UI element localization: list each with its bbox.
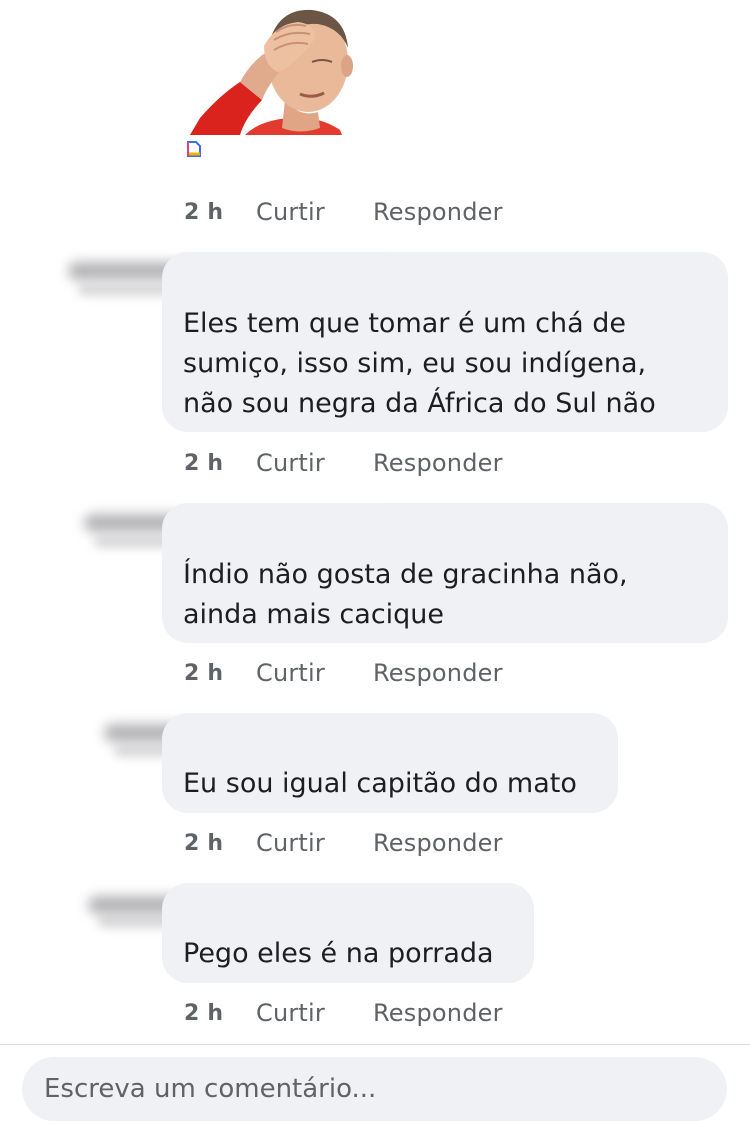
comment-text: Pego eles é na porrada <box>183 938 494 969</box>
comment-bubble[interactable]: Pego eles é na porrada <box>162 883 534 983</box>
reply-button[interactable]: Responder <box>373 449 503 477</box>
comment-time: 2 h <box>184 450 224 476</box>
divider <box>0 1044 750 1045</box>
comment-text: Eles tem que tomar é um chá de sumiço, i… <box>183 308 656 419</box>
like-button[interactable]: Curtir <box>256 659 373 687</box>
reply-button[interactable]: Responder <box>373 659 503 687</box>
comment-text: Eu sou igual capitão do mato <box>183 768 577 799</box>
comment-text: Índio não gosta de gracinha não, ainda m… <box>183 559 628 630</box>
reply-button[interactable]: Responder <box>373 198 503 226</box>
facepalm-sticker-icon <box>190 9 353 135</box>
comment-meta: 2 h Curtir Responder <box>184 448 503 478</box>
comment-bubble[interactable]: Índio não gosta de gracinha não, ainda m… <box>162 503 728 643</box>
reply-button[interactable]: Responder <box>373 829 503 857</box>
like-button[interactable]: Curtir <box>256 449 373 477</box>
sticker-image[interactable] <box>190 0 362 135</box>
comment-input[interactable] <box>44 1069 704 1109</box>
like-button[interactable]: Curtir <box>256 829 373 857</box>
file-icon <box>185 140 203 158</box>
comment-bubble[interactable]: Eu sou igual capitão do mato <box>162 713 618 813</box>
comment-meta: 2 h Curtir Responder <box>184 998 503 1028</box>
comment-meta: 2 h Curtir Responder <box>184 197 503 227</box>
like-button[interactable]: Curtir <box>256 999 373 1027</box>
comment-time: 2 h <box>184 1000 224 1026</box>
comment-bubble[interactable]: Eles tem que tomar é um chá de sumiço, i… <box>162 252 728 432</box>
comment-time: 2 h <box>184 660 224 686</box>
comment-composer[interactable] <box>22 1057 727 1121</box>
comment-time: 2 h <box>184 199 224 225</box>
comment-meta: 2 h Curtir Responder <box>184 828 503 858</box>
comment-time: 2 h <box>184 830 224 856</box>
reply-button[interactable]: Responder <box>373 999 503 1027</box>
comment-meta: 2 h Curtir Responder <box>184 658 503 688</box>
like-button[interactable]: Curtir <box>256 198 373 226</box>
